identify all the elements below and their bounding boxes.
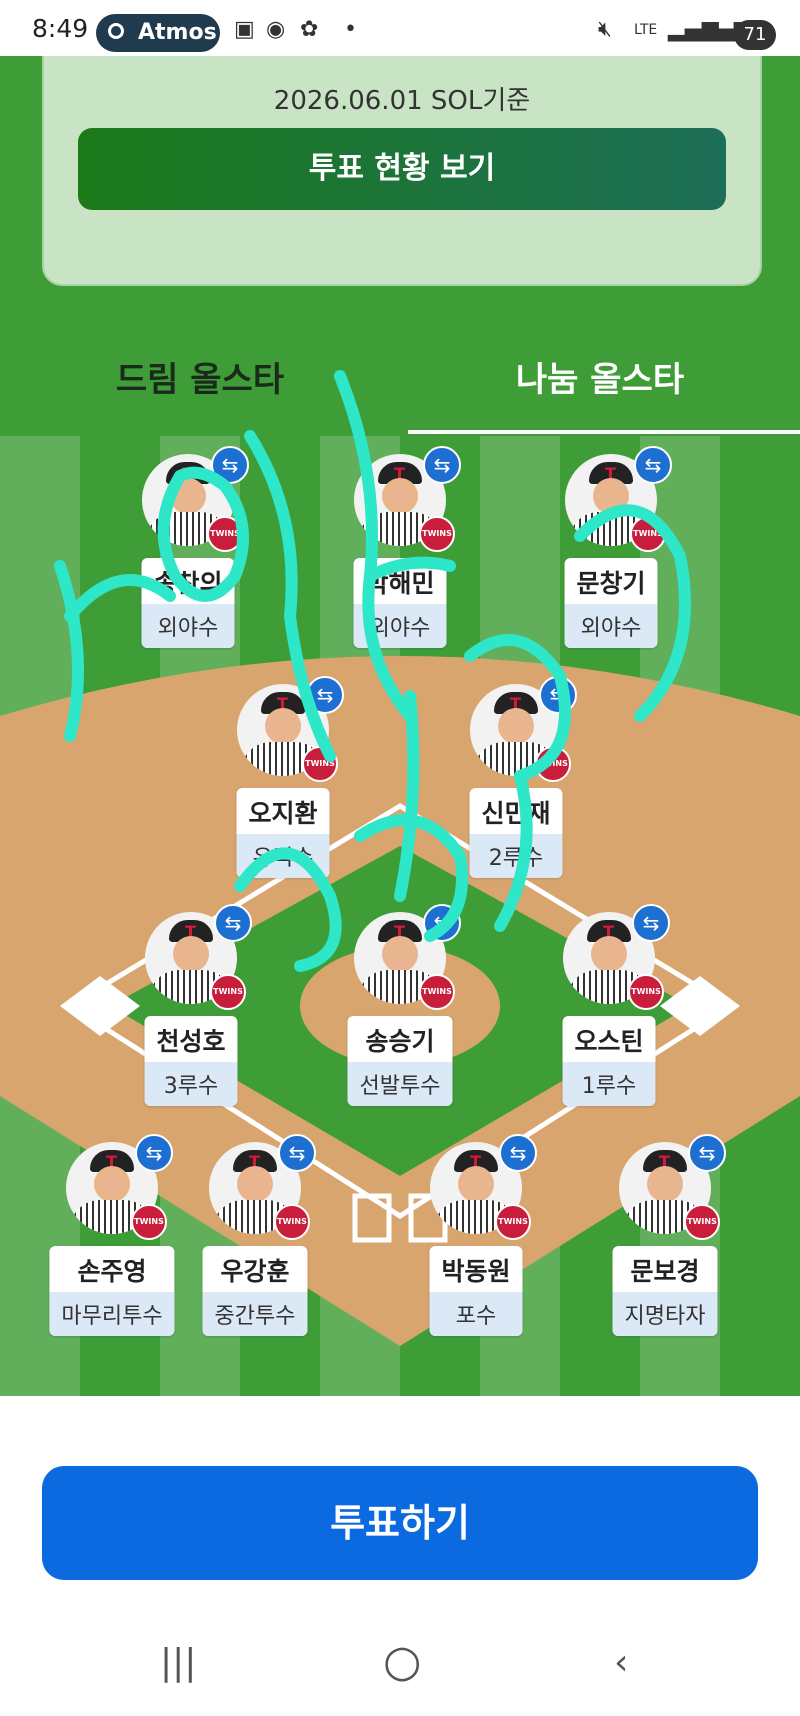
- network-type: LTE: [634, 22, 658, 38]
- player-position: 1루수: [562, 1062, 656, 1106]
- swap-icon[interactable]: ⇆: [306, 676, 344, 714]
- swap-icon[interactable]: ⇆: [634, 446, 672, 484]
- twins-logo-icon: TWINS: [419, 974, 455, 1010]
- twins-logo-icon: TWINS: [535, 746, 571, 782]
- player-position: 2루수: [469, 834, 563, 878]
- player-name: 송승기: [365, 1027, 435, 1056]
- swap-icon[interactable]: ⇆: [539, 676, 577, 714]
- player-label: 박동원포수: [429, 1246, 523, 1336]
- swap-icon[interactable]: ⇆: [135, 1134, 173, 1172]
- mute-icon: 🔇︎: [598, 17, 612, 42]
- player-name: 오지환: [248, 799, 318, 828]
- twins-logo-icon: TWINS: [210, 974, 246, 1010]
- twins-logo-icon: TWINS: [274, 1204, 310, 1240]
- player-label: 오지환유격수: [236, 788, 330, 878]
- screenshot-icon: ▣: [234, 17, 255, 42]
- player-position: 유격수: [236, 834, 330, 878]
- player-label: 손주영마무리투수: [49, 1246, 175, 1336]
- player-name: 신민재: [481, 799, 551, 828]
- player-label: 문창기외야수: [564, 558, 658, 648]
- battery-indicator: 71: [734, 20, 776, 50]
- player-label: 오스틴 1루수: [562, 1016, 656, 1106]
- player-name: 문보경: [630, 1257, 700, 1286]
- vote-status-card: 2026.06.01 SOL기준 투표 현황 보기: [42, 56, 762, 286]
- atmos-label: Atmos: [138, 20, 217, 45]
- player-position: 지명타자: [612, 1292, 718, 1336]
- more-dot-icon: •: [344, 17, 357, 42]
- recent-apps-icon[interactable]: |||: [160, 1642, 196, 1683]
- player-name: 오스틴: [574, 1027, 644, 1056]
- player-label: 신민재 2루수: [469, 788, 563, 878]
- swap-icon[interactable]: ⇆: [278, 1134, 316, 1172]
- player-label: 문보경지명타자: [612, 1246, 718, 1336]
- twins-logo-icon: TWINS: [495, 1204, 531, 1240]
- player-name: 문창기: [576, 569, 646, 598]
- player-name: 우강훈: [220, 1257, 290, 1286]
- active-tab-indicator: [408, 430, 800, 434]
- reference-date: 2026.06.01 SOL기준: [273, 86, 531, 116]
- atmos-pill: Atmos: [96, 14, 220, 52]
- player-label: 천성호 3루수: [144, 1016, 238, 1106]
- record-icon: ◉: [266, 17, 286, 42]
- twins-logo-icon: TWINS: [684, 1204, 720, 1240]
- system-nav-bar: ||| ○ ‹: [0, 1626, 800, 1716]
- player-name: 천성호: [156, 1027, 226, 1056]
- lineup-field: 2026.06.01 SOL기준 투표 현황 보기 드림 올스타 나눔 올스타 …: [0, 56, 800, 1396]
- player-position: 중간투수: [202, 1292, 308, 1336]
- allstar-tabs: 드림 올스타 나눔 올스타: [0, 326, 800, 436]
- status-time: 8:49: [32, 14, 89, 43]
- swap-icon[interactable]: ⇆: [423, 904, 461, 942]
- player-label: 송찬의외야수: [141, 558, 235, 648]
- player-name: 박해민: [365, 569, 435, 598]
- player-label: 박해민외야수: [353, 558, 447, 648]
- twins-logo-icon: TWINS: [630, 516, 666, 552]
- player-position: 외야수: [353, 604, 447, 648]
- player-label: 우강훈중간투수: [202, 1246, 308, 1336]
- swap-icon[interactable]: ⇆: [211, 446, 249, 484]
- swap-icon[interactable]: ⇆: [423, 446, 461, 484]
- back-icon[interactable]: ‹: [614, 1642, 628, 1683]
- twins-logo-icon: TWINS: [419, 516, 455, 552]
- home-icon[interactable]: ○: [383, 1636, 421, 1687]
- status-bar: 8:49 Atmos ▣ ◉ ✿ • 🔇︎ LTE ▂▄▆ ▂▄▆ 71: [0, 0, 800, 56]
- vote-button[interactable]: 투표하기: [42, 1466, 758, 1580]
- player-position: 외야수: [141, 604, 235, 648]
- swap-icon[interactable]: ⇆: [688, 1134, 726, 1172]
- vote-status-button[interactable]: 투표 현황 보기: [78, 128, 726, 210]
- player-position: 마무리투수: [49, 1292, 175, 1336]
- twins-logo-icon: TWINS: [131, 1204, 167, 1240]
- player-position: 3루수: [144, 1062, 238, 1106]
- player-name: 송찬의: [153, 569, 223, 598]
- player-position: 포수: [429, 1292, 523, 1336]
- swap-icon[interactable]: ⇆: [214, 904, 252, 942]
- swap-icon[interactable]: ⇆: [499, 1134, 537, 1172]
- player-name: 손주영: [77, 1257, 147, 1286]
- tab-dream-allstar[interactable]: 드림 올스타: [0, 352, 400, 401]
- tab-nanum-allstar[interactable]: 나눔 올스타: [400, 352, 800, 401]
- atmos-icon: [108, 23, 124, 39]
- player-name: 박동원: [441, 1257, 511, 1286]
- player-label: 송승기선발투수: [347, 1016, 453, 1106]
- settings-icon: ✿: [300, 17, 319, 42]
- player-position: 선발투수: [347, 1062, 453, 1106]
- twins-logo-icon: TWINS: [628, 974, 664, 1010]
- twins-logo-icon: TWINS: [302, 746, 338, 782]
- player-position: 외야수: [564, 604, 658, 648]
- swap-icon[interactable]: ⇆: [632, 904, 670, 942]
- twins-logo-icon: TWINS: [207, 516, 243, 552]
